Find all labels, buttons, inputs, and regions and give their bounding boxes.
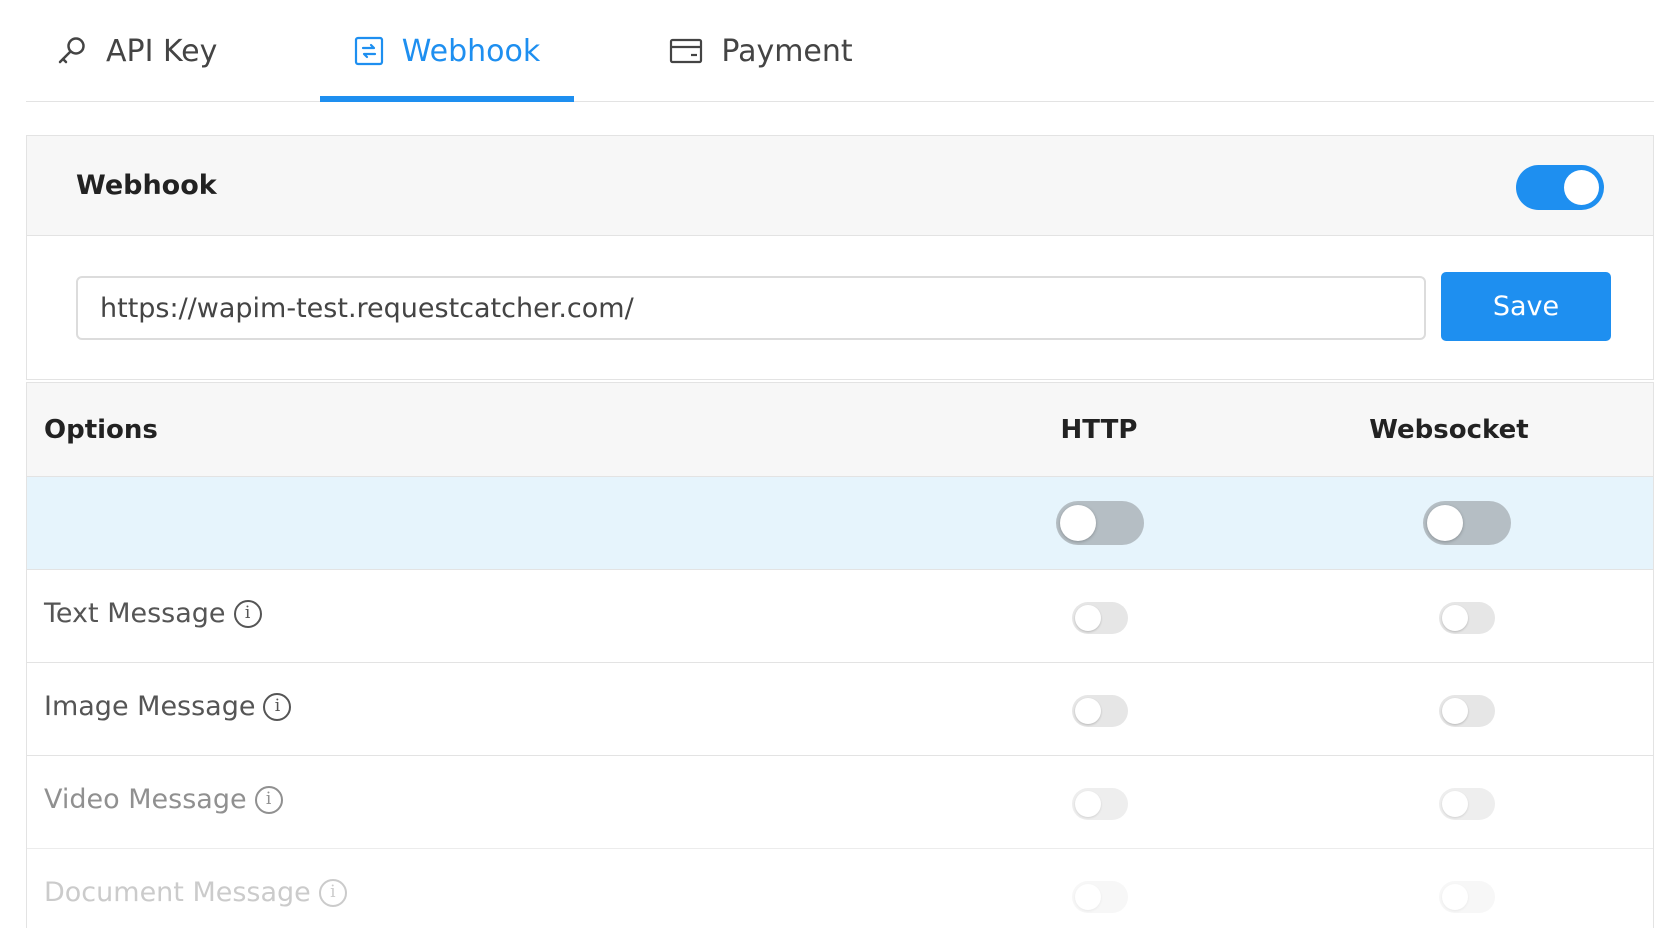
toggle-knob — [1060, 505, 1096, 541]
key-icon — [56, 35, 88, 67]
option-text: Image Message — [44, 691, 256, 722]
option-label: Video Message i — [44, 784, 283, 815]
toggle-knob — [1442, 884, 1468, 910]
video-message-http-toggle[interactable] — [1072, 788, 1128, 820]
webhook-title: Webhook — [76, 170, 217, 201]
column-header-options: Options — [44, 415, 158, 445]
info-icon[interactable]: i — [263, 692, 292, 721]
tab-payment[interactable]: Payment — [646, 0, 876, 102]
toggle-knob — [1442, 605, 1468, 631]
toggle-knob — [1075, 605, 1101, 631]
options-table: Options HTTP Websocket Text Message i Im… — [26, 382, 1654, 928]
video-message-websocket-toggle[interactable] — [1439, 788, 1495, 820]
info-icon[interactable]: i — [233, 599, 262, 628]
active-tab-indicator — [320, 96, 574, 102]
websocket-all-toggle[interactable] — [1423, 501, 1511, 545]
tab-webhook[interactable]: Webhook — [320, 0, 574, 102]
table-row: Text Message i — [27, 570, 1653, 663]
tab-label: Webhook — [401, 33, 541, 69]
option-label: Document Message i — [44, 877, 347, 908]
table-row: Document Message i — [27, 849, 1653, 928]
options-table-header: Options HTTP Websocket — [27, 383, 1653, 477]
toggle-knob — [1075, 884, 1101, 910]
column-header-websocket: Websocket — [1369, 415, 1529, 445]
image-message-websocket-toggle[interactable] — [1439, 695, 1495, 727]
option-label: Image Message i — [44, 691, 292, 722]
toggle-knob — [1075, 791, 1101, 817]
http-all-toggle[interactable] — [1056, 501, 1144, 545]
image-message-http-toggle[interactable] — [1072, 695, 1128, 727]
tab-api-key[interactable]: API Key — [26, 0, 296, 102]
table-row: Video Message i — [27, 756, 1653, 849]
option-label: Text Message i — [44, 598, 262, 629]
info-icon[interactable]: i — [254, 785, 283, 814]
tab-label: Payment — [721, 33, 853, 69]
document-message-http-toggle[interactable] — [1072, 881, 1128, 913]
option-text: Document Message — [44, 877, 311, 908]
webhook-enable-toggle[interactable] — [1516, 165, 1604, 210]
webhook-card-header: Webhook — [27, 136, 1653, 236]
webhook-url-input[interactable] — [76, 276, 1426, 340]
option-text: Video Message — [44, 784, 247, 815]
text-message-http-toggle[interactable] — [1072, 602, 1128, 634]
text-message-websocket-toggle[interactable] — [1439, 602, 1495, 634]
option-text: Text Message — [44, 598, 226, 629]
credit-card-icon — [669, 37, 703, 65]
table-row: Image Message i — [27, 663, 1653, 756]
document-message-websocket-toggle[interactable] — [1439, 881, 1495, 913]
toggle-knob — [1564, 170, 1599, 205]
column-header-http: HTTP — [1060, 415, 1138, 445]
info-icon[interactable]: i — [318, 878, 347, 907]
tab-label: API Key — [106, 33, 218, 69]
webhook-settings-page: API Key Webhook Payment Webhook https://… — [0, 0, 1678, 928]
select-all-row — [27, 477, 1653, 570]
toggle-knob — [1427, 505, 1463, 541]
toggle-knob — [1442, 791, 1468, 817]
sync-icon — [354, 36, 384, 66]
webhook-card: Webhook Save — [26, 135, 1654, 380]
toggle-knob — [1075, 698, 1101, 724]
save-button[interactable]: Save — [1441, 272, 1611, 341]
toggle-knob — [1442, 698, 1468, 724]
settings-tabs: API Key Webhook Payment — [26, 0, 1654, 102]
